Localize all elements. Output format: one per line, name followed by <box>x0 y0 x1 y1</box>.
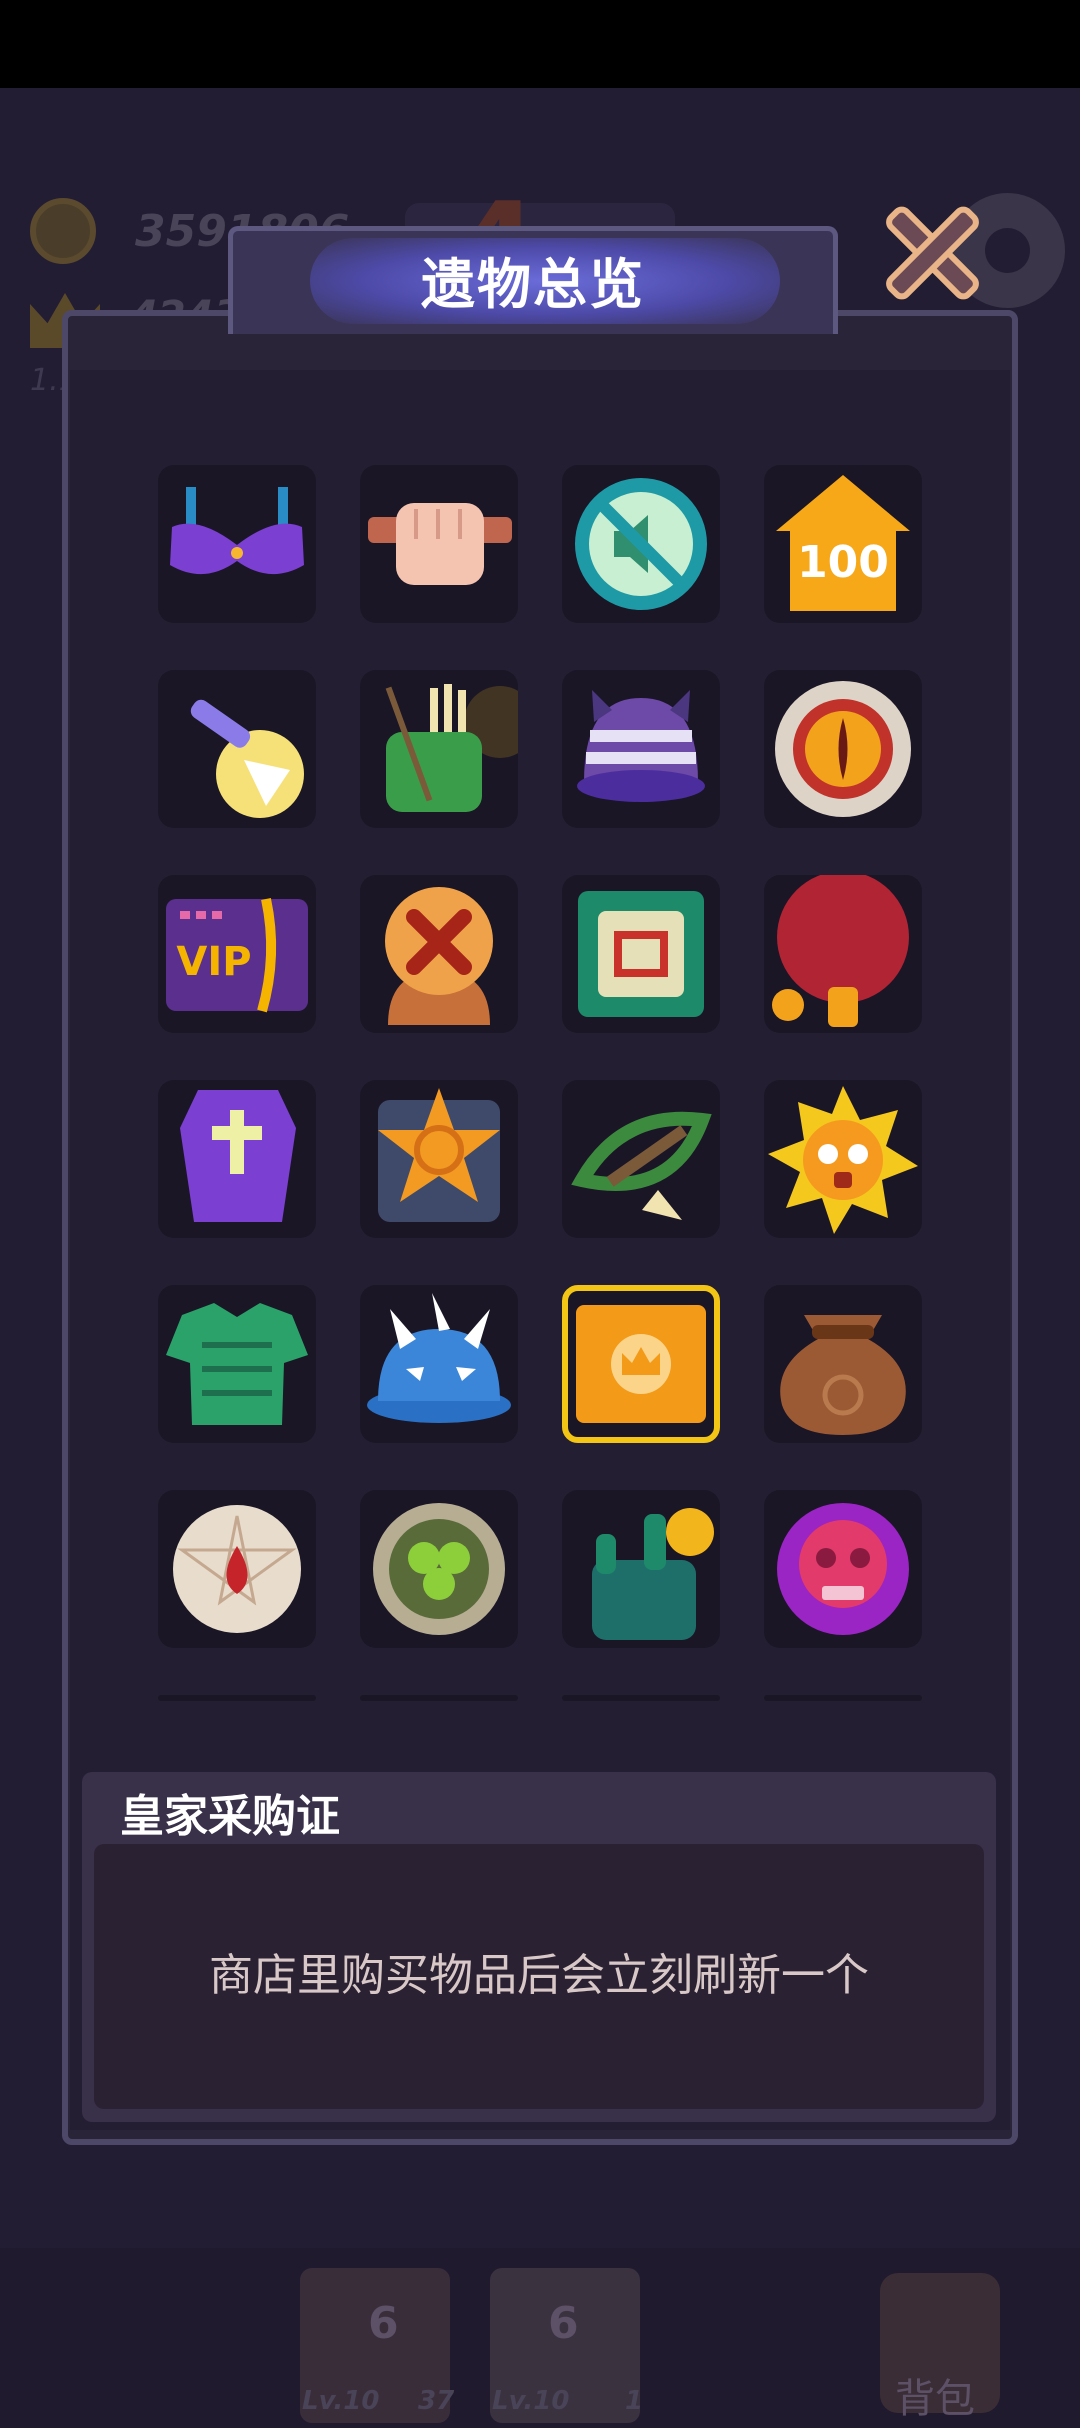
card-1-level: Lv.10 <box>302 2386 380 2416</box>
relic-cell[interactable] <box>562 875 720 1033</box>
relic-cell[interactable] <box>158 670 316 828</box>
relic-description-box: 商店里购买物品后会立刻刷新一个 <box>94 1844 984 2109</box>
relic-grid: 100 VIP <box>158 465 922 1701</box>
eye-stone-icon <box>775 681 911 817</box>
relic-cell[interactable] <box>360 465 518 623</box>
wrapped-x-icon <box>385 887 493 1025</box>
relic-cell[interactable] <box>158 1490 316 1648</box>
pink-skull-icon <box>777 1503 909 1635</box>
relic-cell[interactable] <box>360 875 518 1033</box>
relic-cell[interactable] <box>158 1080 316 1238</box>
relic-cell[interactable] <box>562 1490 720 1648</box>
ping-pong-paddle-icon <box>772 875 909 1027</box>
relic-cell[interactable] <box>360 1285 518 1443</box>
relic-description-text: 商店里购买物品后会立刻刷新一个 <box>209 1950 869 2001</box>
svg-text:VIP: VIP <box>176 939 251 985</box>
relic-cell[interactable] <box>764 1285 922 1443</box>
relic-cell-partial <box>764 1695 922 1701</box>
relic-cell[interactable] <box>360 670 518 828</box>
relic-cell[interactable] <box>158 465 316 623</box>
royal-purchase-card-icon <box>576 1305 706 1423</box>
fist-icon <box>368 503 512 585</box>
clover-plate-icon <box>373 1503 505 1635</box>
purple-bra-icon <box>170 487 304 575</box>
relic-name: 皇家采购证 <box>120 1791 340 1842</box>
card-1-count: 6 <box>368 2298 399 2349</box>
relic-cell[interactable] <box>562 465 720 623</box>
svg-text:100: 100 <box>797 537 889 588</box>
relic-cell-partial <box>360 1695 518 1701</box>
card-2-count: 6 <box>548 2298 579 2349</box>
relic-cell[interactable] <box>764 1080 922 1238</box>
green-crossbow-icon <box>571 1111 712 1220</box>
relic-cell[interactable] <box>764 1490 922 1648</box>
modal-title: 遗物总览 <box>421 253 645 316</box>
relic-cell[interactable]: VIP <box>158 875 316 1033</box>
green-armor-icon <box>166 1303 308 1425</box>
card-1-sub: 37 <box>418 2386 455 2416</box>
relic-cell-selected[interactable] <box>562 1285 720 1443</box>
arrow-shovel-icon <box>190 699 304 818</box>
card-2-sub: 1 <box>625 2386 644 2416</box>
sack-icon <box>780 1315 906 1435</box>
relic-cell[interactable] <box>562 1080 720 1238</box>
relic-cell[interactable] <box>764 875 922 1033</box>
close-button[interactable] <box>875 195 990 305</box>
mute-speaker-icon <box>575 478 707 610</box>
house-100-icon: 100 <box>776 475 910 611</box>
relic-cell-partial <box>158 1695 316 1701</box>
relic-cell[interactable]: 100 <box>764 465 922 623</box>
spiked-helmet-icon <box>367 1293 511 1423</box>
chip-icon <box>578 891 704 1017</box>
quiver-icon <box>385 684 518 812</box>
relic-cell[interactable] <box>764 670 922 828</box>
relic-cell[interactable] <box>360 1080 518 1238</box>
relic-cell[interactable] <box>360 1490 518 1648</box>
purple-cat-hat-icon <box>577 690 705 802</box>
sheriff-badge-icon <box>378 1088 500 1222</box>
coffin-icon <box>180 1090 296 1222</box>
relic-description-panel: 皇家采购证 商店里购买物品后会立刻刷新一个 <box>82 1772 996 2122</box>
card-2-level: Lv.10 <box>492 2386 570 2416</box>
angry-sun-icon <box>768 1086 918 1234</box>
green-hand-coin-icon <box>592 1508 714 1640</box>
relic-cell-partial <box>562 1695 720 1701</box>
relic-cell[interactable] <box>562 670 720 828</box>
relic-cell[interactable] <box>158 1285 316 1443</box>
vip-card-icon: VIP <box>166 897 308 1013</box>
pentagram-plate-icon <box>173 1505 301 1633</box>
status-bar <box>0 0 1080 88</box>
coin-icon <box>30 198 96 264</box>
bag-label: 背包 <box>895 2376 975 2422</box>
